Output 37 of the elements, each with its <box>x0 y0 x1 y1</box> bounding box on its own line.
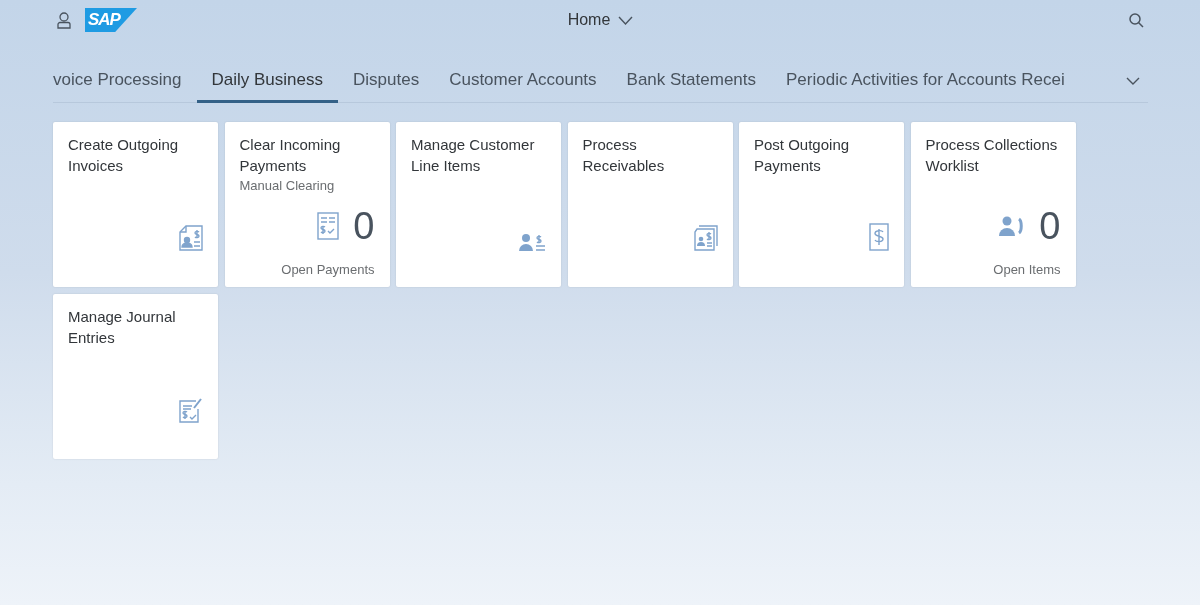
search-icon[interactable] <box>1129 12 1144 28</box>
app-tile[interactable]: Manage Journal Entries <box>53 293 218 459</box>
tile-title: Process Collections Worklist <box>925 135 1059 176</box>
page-title-menu[interactable]: Home <box>567 11 611 29</box>
tab[interactable]: Customer Accounts <box>434 60 612 103</box>
app-tile[interactable]: Clear Incoming Payments Manual Clearing 0 Open Payments <box>224 122 390 287</box>
chevron-down-icon[interactable] <box>618 15 634 25</box>
tile-subtitle: Manual Clearing <box>239 178 336 193</box>
dollar-document-icon <box>869 223 889 251</box>
tab[interactable]: Bank Statements <box>611 60 772 103</box>
tab[interactable]: Disputes <box>338 60 435 103</box>
user-icon[interactable] <box>57 11 71 29</box>
document-pen-icon <box>179 396 203 423</box>
tab[interactable]: voice Processing <box>53 60 197 103</box>
app-tile[interactable]: Process Collections Worklist 0 Open Items <box>910 122 1076 287</box>
tile-count: 0 <box>1039 204 1061 248</box>
person-phone-icon <box>999 216 1026 236</box>
tile-title: Manage Journal Entries <box>68 306 177 348</box>
app-tile[interactable]: Manage Customer Line Items <box>396 122 561 287</box>
tile-title: Create Outgoing Invoices <box>68 135 180 176</box>
tile-footer: Open Payments <box>281 262 375 277</box>
tile-title: Manage Customer Line Items <box>411 135 536 176</box>
chevron-down-icon[interactable] <box>1126 77 1140 85</box>
stacked-invoice-icon <box>693 225 718 251</box>
tile-footer: Open Items <box>993 262 1061 277</box>
tile-title: Process Receivables <box>582 135 666 176</box>
checklist-icon <box>317 212 340 240</box>
invoice-icon <box>179 225 203 251</box>
person-dollar-icon <box>518 233 546 251</box>
tab[interactable]: Periodic Activities for Accounts Recei <box>771 60 1080 103</box>
tile-title: Clear Incoming Payments <box>239 135 342 176</box>
tile-title: Post Outgoing Payments <box>754 135 851 176</box>
tab[interactable]: Daily Business <box>196 60 338 103</box>
tile-count: 0 <box>353 204 375 248</box>
app-tile[interactable]: Post Outgoing Payments <box>739 122 904 287</box>
app-tile[interactable]: Create Outgoing Invoices <box>53 122 218 287</box>
app-tile[interactable]: Process Receivables <box>567 122 733 287</box>
